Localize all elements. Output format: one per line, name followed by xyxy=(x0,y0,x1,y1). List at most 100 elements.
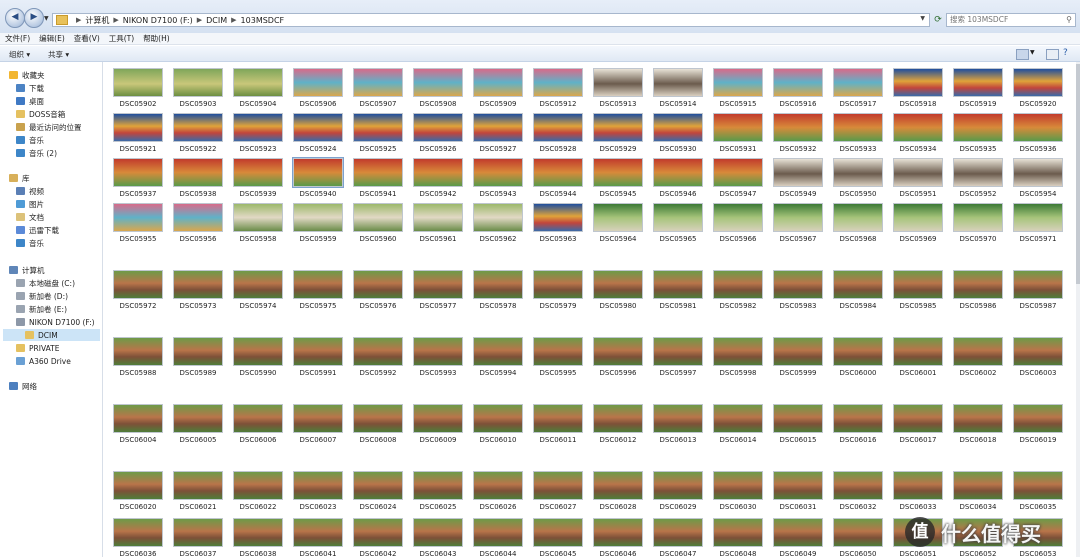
photo-thumbnail[interactable] xyxy=(413,518,463,547)
photo-thumbnail[interactable] xyxy=(653,203,703,232)
photo-thumbnail[interactable] xyxy=(1013,404,1063,433)
change-view-icon[interactable] xyxy=(1016,49,1029,60)
photo-thumbnail[interactable] xyxy=(653,270,703,299)
photo-thumbnail[interactable] xyxy=(353,518,403,547)
photo-thumbnail[interactable] xyxy=(833,158,883,187)
sidebar-item[interactable]: 桌面 xyxy=(16,95,44,107)
sidebar-item[interactable]: 迅雷下载 xyxy=(16,224,59,236)
photo-thumbnail[interactable] xyxy=(893,68,943,97)
photo-thumbnail[interactable] xyxy=(653,471,703,500)
photo-thumbnail[interactable] xyxy=(713,270,763,299)
organize-button[interactable]: 组织 ▾ xyxy=(9,49,30,60)
menu-tools[interactable]: 工具(T) xyxy=(109,33,134,44)
photo-thumbnail[interactable] xyxy=(473,158,523,187)
photo-thumbnail[interactable] xyxy=(893,270,943,299)
breadcrumb-computer[interactable]: 计算机 xyxy=(85,15,109,26)
photo-thumbnail[interactable] xyxy=(953,203,1003,232)
photo-thumbnail[interactable] xyxy=(233,113,283,142)
photo-thumbnail[interactable] xyxy=(473,518,523,547)
photo-thumbnail[interactable] xyxy=(713,404,763,433)
refresh-icon[interactable]: ⟳ xyxy=(931,13,945,27)
photo-thumbnail[interactable] xyxy=(533,471,583,500)
photo-thumbnail[interactable] xyxy=(1013,113,1063,142)
photo-thumbnail[interactable] xyxy=(293,337,343,366)
photo-thumbnail[interactable] xyxy=(773,113,823,142)
photo-thumbnail[interactable] xyxy=(713,337,763,366)
photo-thumbnail[interactable] xyxy=(473,270,523,299)
photo-thumbnail[interactable] xyxy=(593,113,643,142)
photo-thumbnail[interactable] xyxy=(292,157,344,188)
photo-thumbnail[interactable] xyxy=(413,113,463,142)
photo-thumbnail[interactable] xyxy=(773,203,823,232)
sidebar-item[interactable]: 音乐 xyxy=(16,237,44,249)
scrollbar-thumb[interactable] xyxy=(1076,64,1080,284)
sidebar-item[interactable]: 音乐 xyxy=(16,134,44,146)
photo-thumbnail[interactable] xyxy=(353,158,403,187)
photo-thumbnail[interactable] xyxy=(293,270,343,299)
photo-thumbnail[interactable] xyxy=(113,337,163,366)
photo-thumbnail[interactable] xyxy=(173,404,223,433)
sidebar-item[interactable]: 新加卷 (D:) xyxy=(16,290,68,302)
photo-thumbnail[interactable] xyxy=(593,68,643,97)
photo-thumbnail[interactable] xyxy=(653,337,703,366)
photo-thumbnail[interactable] xyxy=(533,68,583,97)
photo-thumbnail[interactable] xyxy=(413,337,463,366)
sidebar-item[interactable]: NIKON D7100 (F:) xyxy=(16,316,95,328)
share-button[interactable]: 共享 ▾ xyxy=(48,49,69,60)
sidebar-group-1[interactable]: 库 xyxy=(9,172,30,184)
photo-thumbnail[interactable] xyxy=(953,270,1003,299)
sidebar-item[interactable]: PRIVATE xyxy=(16,342,59,354)
photo-thumbnail[interactable] xyxy=(1013,471,1063,500)
photo-thumbnail[interactable] xyxy=(773,518,823,547)
photo-thumbnail[interactable] xyxy=(353,404,403,433)
photo-thumbnail[interactable] xyxy=(473,203,523,232)
photo-thumbnail[interactable] xyxy=(173,337,223,366)
chevron-down-icon[interactable]: ▼ xyxy=(920,15,925,22)
photo-thumbnail[interactable] xyxy=(353,270,403,299)
photo-thumbnail[interactable] xyxy=(713,113,763,142)
photo-thumbnail[interactable] xyxy=(353,471,403,500)
photo-thumbnail[interactable] xyxy=(113,68,163,97)
photo-thumbnail[interactable] xyxy=(833,471,883,500)
photo-thumbnail[interactable] xyxy=(593,404,643,433)
photo-thumbnail[interactable] xyxy=(653,518,703,547)
photo-thumbnail[interactable] xyxy=(173,203,223,232)
photo-thumbnail[interactable] xyxy=(893,158,943,187)
photo-thumbnail[interactable] xyxy=(413,158,463,187)
photo-thumbnail[interactable] xyxy=(893,471,943,500)
forward-button[interactable]: ▶ xyxy=(24,8,44,28)
help-icon[interactable]: ? xyxy=(1063,48,1068,58)
breadcrumb[interactable]: ▶ 计算机 ▶ NIKON D7100 (F:) ▶ DCIM ▶ 103MSD… xyxy=(52,13,930,27)
preview-pane-icon[interactable] xyxy=(1046,49,1059,60)
search-input[interactable] xyxy=(947,14,1063,25)
photo-thumbnail[interactable] xyxy=(173,68,223,97)
photo-thumbnail[interactable] xyxy=(293,471,343,500)
photo-thumbnail[interactable] xyxy=(593,471,643,500)
photo-thumbnail[interactable] xyxy=(293,68,343,97)
view-options-chevron-icon[interactable]: ▼ xyxy=(1030,49,1035,56)
sidebar-item[interactable]: 本地磁盘 (C:) xyxy=(16,277,75,289)
photo-thumbnail[interactable] xyxy=(413,404,463,433)
sidebar-item[interactable]: 新加卷 (E:) xyxy=(16,303,67,315)
photo-thumbnail[interactable] xyxy=(773,270,823,299)
photo-thumbnail[interactable] xyxy=(173,113,223,142)
photo-thumbnail[interactable] xyxy=(233,270,283,299)
photo-thumbnail[interactable] xyxy=(653,113,703,142)
photo-thumbnail[interactable] xyxy=(773,404,823,433)
photo-thumbnail[interactable] xyxy=(533,113,583,142)
photo-thumbnail[interactable] xyxy=(953,158,1003,187)
photo-thumbnail[interactable] xyxy=(233,518,283,547)
sidebar-item[interactable]: 最近访问的位置 xyxy=(16,121,82,133)
breadcrumb-separator-icon[interactable]: ▶ xyxy=(197,16,202,24)
photo-thumbnail[interactable] xyxy=(533,337,583,366)
photo-thumbnail[interactable] xyxy=(653,404,703,433)
photo-thumbnail[interactable] xyxy=(713,471,763,500)
photo-thumbnail[interactable] xyxy=(1013,68,1063,97)
photo-thumbnail[interactable] xyxy=(833,113,883,142)
photo-thumbnail[interactable] xyxy=(293,404,343,433)
photo-thumbnail[interactable] xyxy=(173,518,223,547)
photo-thumbnail[interactable] xyxy=(713,68,763,97)
photo-thumbnail[interactable] xyxy=(473,404,523,433)
breadcrumb-drive[interactable]: NIKON D7100 (F:) xyxy=(123,16,193,25)
photo-thumbnail[interactable] xyxy=(833,337,883,366)
